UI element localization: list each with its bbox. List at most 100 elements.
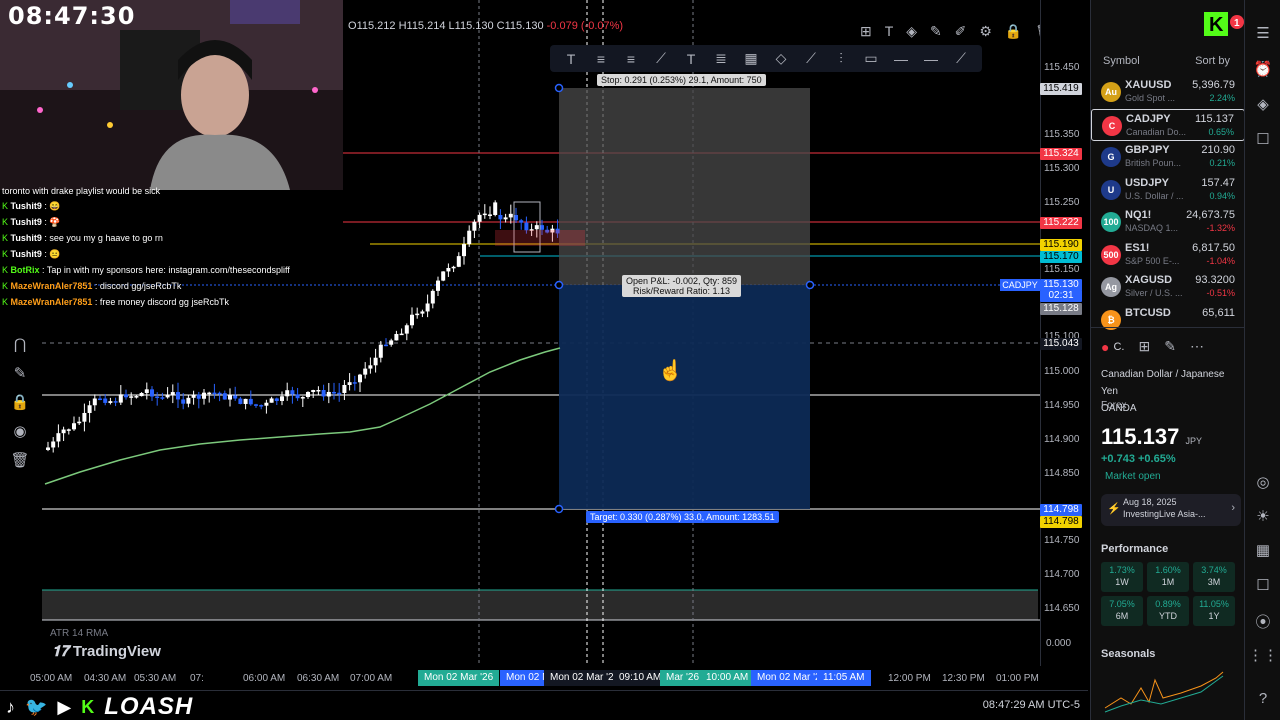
candle-body — [342, 384, 347, 393]
settings-icon[interactable]: ⚙ — [979, 23, 992, 40]
watchlist-symbol-header[interactable]: Symbol — [1103, 55, 1140, 67]
time-tick: 12:30 PM — [942, 673, 985, 684]
performance-cell[interactable]: 1.60% 1M — [1147, 562, 1189, 592]
candle-body — [488, 214, 492, 216]
drawing-tool-0-icon[interactable]: T — [561, 51, 581, 67]
lightbulb-icon[interactable]: ☀ — [1245, 507, 1280, 525]
brush-icon[interactable]: ✎ — [930, 23, 942, 40]
candle-body — [358, 374, 362, 383]
performance-grid: 1.73% 1W 1.60% 1M 3.74% 3M 7.05% 6M 0.89% YTD 11.0… — [1101, 562, 1237, 626]
drawing-tool-2-icon[interactable]: ≡ — [621, 51, 641, 67]
drawing-tool-8-icon[interactable]: ⟋ — [801, 50, 821, 67]
status-bar: ♪ 🐦 ▶ K LOASH 08:47:29 AM UTC-5 — [0, 690, 1088, 720]
pnl-tooltip: Open P&L: -0.002, Qty: 859 Risk/Reward R… — [622, 275, 742, 297]
tiktok-icon: ♪ — [6, 696, 15, 717]
symbol-last-price: 24,673.75 — [1186, 209, 1235, 221]
watchlist-row[interactable]: C CADJPY Canadian Do... 115.137 0.65% — [1091, 108, 1245, 141]
apps-icon[interactable]: ⋮⋮ — [1245, 646, 1280, 664]
drawing-tool-6-icon[interactable]: ▦ — [741, 50, 761, 67]
price-tag: 115.043 — [1040, 338, 1082, 350]
watchlist-row[interactable]: G GBPJPY British Poun... 210.90 0.21% — [1091, 141, 1245, 173]
symbol-description: S&P 500 E-... — [1125, 255, 1180, 266]
chat-message: K MazeWranAler7851 : discord gg/jseRcbTk — [2, 281, 182, 291]
watchlist-row[interactable]: 100 NQ1! NASDAQ 1... 24,673.75 -1.32% — [1091, 206, 1245, 238]
eye-icon[interactable]: ◉ — [6, 422, 34, 451]
candle-body — [462, 244, 466, 257]
atr-value: 0.000 — [1046, 638, 1072, 649]
performance-cell[interactable]: 11.05% 1Y — [1193, 596, 1235, 626]
drawing-tool-11-icon[interactable]: — — [891, 51, 911, 67]
performance-cell[interactable]: 7.05% 6M — [1101, 596, 1143, 626]
streamer-branding: ♪ 🐦 ▶ K LOASH — [6, 693, 193, 720]
drawing-tool-5-icon[interactable]: ≣ — [711, 50, 731, 67]
drawing-tool-10-icon[interactable]: ▭ — [861, 50, 881, 67]
price-tick: 115.250 — [1044, 197, 1080, 208]
drawing-tool-12-icon[interactable]: — — [921, 51, 941, 67]
more-icon[interactable]: ⋯ — [1190, 338, 1204, 355]
watchlist-row[interactable]: Au XAUUSD Gold Spot ... 5,396.79 2.24% — [1091, 76, 1245, 108]
edit-icon[interactable]: ✎ — [1164, 338, 1176, 355]
drawing-tool-13-icon[interactable]: ⟋ — [951, 50, 971, 67]
message-icon[interactable]: ☐ — [1245, 576, 1280, 594]
candle-body — [404, 325, 409, 334]
watchlist-row[interactable]: Ag XAGUSD Silver / U.S. ... 93.3200 -0.51% — [1091, 271, 1245, 303]
drawing-tool-7-icon[interactable]: ◇ — [771, 50, 791, 67]
notification-icon[interactable]: ⦿ — [1245, 611, 1280, 632]
target-icon[interactable]: ◎ — [1245, 473, 1280, 491]
candle-body — [259, 405, 264, 407]
candle-body — [51, 441, 56, 448]
symbol-category: Forex — [1101, 400, 1127, 411]
candle-body — [472, 221, 477, 231]
symbol-last-price: 5,396.79 — [1192, 79, 1235, 91]
text-tool-icon[interactable]: T — [885, 23, 894, 39]
calendar-icon[interactable]: ▦ — [1245, 541, 1280, 559]
magnet-icon[interactable]: ⋂ — [6, 335, 34, 364]
drawing-tool-9-icon[interactable]: ⫶ — [831, 50, 851, 67]
candle-body — [196, 394, 201, 399]
watchlist-row[interactable]: ₿ BTCUSD 65,611 — [1091, 304, 1245, 336]
fill-icon[interactable]: ◈ — [906, 23, 917, 40]
lock-icon[interactable]: 🔒 — [1005, 23, 1022, 40]
grid-icon[interactable]: ⊞ — [1138, 338, 1150, 355]
symbol-ticker: BTCUSD — [1125, 306, 1171, 319]
time-axis[interactable]: 06:00 AM 06:30 AM 07:00 AM 12:00 PM 12:30 PM… — [0, 666, 1088, 690]
candle-body — [233, 395, 238, 399]
performance-cell[interactable]: 0.89% YTD — [1147, 596, 1189, 626]
candle-body — [295, 394, 300, 399]
time-tick: 05:00 AM — [30, 673, 73, 684]
pencil-icon[interactable]: ✎ — [6, 364, 34, 393]
twitter-icon: 🐦 — [25, 696, 48, 717]
trash-icon[interactable]: 🗑 — [6, 451, 34, 480]
price-tick: 114.950 — [1044, 400, 1080, 411]
candle-body — [373, 357, 378, 366]
candle-body — [534, 225, 539, 230]
candle-body — [285, 390, 290, 397]
performance-cell[interactable]: 3.74% 3M — [1193, 562, 1235, 592]
watchlist-icon[interactable]: ☰ — [1245, 24, 1280, 42]
watchlist-sort[interactable]: Sort by — [1195, 55, 1230, 67]
watchlist-row[interactable]: U USDJPY U.S. Dollar / ... 157.47 0.94% — [1091, 174, 1245, 206]
symbol-price: 115.137 JPY — [1101, 424, 1202, 449]
lock-icon[interactable]: 🔒 — [6, 393, 34, 422]
help-icon[interactable]: ? — [1245, 690, 1280, 707]
target-label: Target: 0.330 (0.287%) 33.0, Amount: 128… — [586, 511, 779, 523]
layout-icon[interactable]: ⊞ — [860, 23, 872, 40]
edit-icon[interactable]: ✐ — [955, 23, 967, 40]
candle-body — [248, 398, 253, 405]
price-tick: 114.850 — [1044, 468, 1080, 479]
candle-body — [410, 314, 414, 326]
layers-icon[interactable]: ◈ — [1245, 95, 1280, 113]
news-card[interactable]: ⚡ Aug 18, 2025 InvestingLive Asia-... › — [1101, 494, 1241, 526]
drawing-tool-3-icon[interactable]: ⟋ — [651, 50, 671, 67]
candle-body — [347, 382, 352, 385]
drawing-tool-1-icon[interactable]: ≡ — [591, 51, 611, 67]
watchlist-row[interactable]: 500 ES1! S&P 500 E-... 6,817.50 -1.04% — [1091, 239, 1245, 271]
time-axis-label: 10:00 AM — [700, 670, 755, 686]
chat-icon[interactable]: ☐ — [1245, 130, 1280, 148]
alarm-clock-icon[interactable]: ⏰ — [1245, 60, 1280, 78]
performance-cell[interactable]: 1.73% 1W — [1101, 562, 1143, 592]
candle-body — [477, 214, 482, 222]
price-tag: 115.170 — [1040, 251, 1082, 263]
symbol-icon: Au — [1101, 82, 1121, 102]
drawing-tool-4-icon[interactable]: T — [681, 51, 701, 67]
